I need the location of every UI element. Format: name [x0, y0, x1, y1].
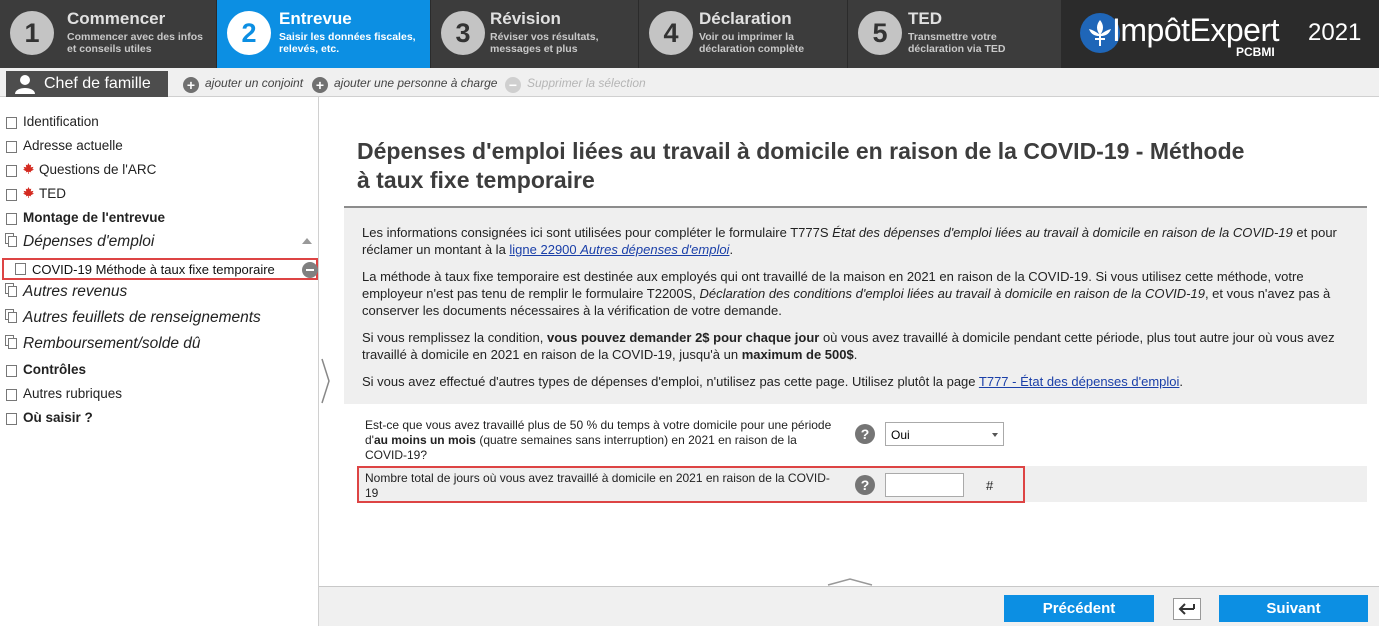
app-logo: ImpôtExpert PCBMI 2021 [1062, 0, 1379, 68]
page-title: Dépenses d'emploi liées au travail à dom… [357, 138, 1245, 193]
step-entrevue[interactable]: 2 Entrevue Saisir les données fiscales, r… [217, 0, 430, 68]
checkbox-icon [15, 263, 26, 275]
step-title: Déclaration [699, 9, 792, 28]
pages-icon [5, 309, 18, 323]
person-icon [15, 75, 35, 94]
checkbox-icon [6, 141, 17, 153]
minus-icon: − [505, 77, 521, 93]
checkbox-icon [6, 165, 17, 177]
question-worked-at-home: Est-ce que vous avez travaillé plus de 5… [357, 412, 1367, 464]
info-paragraph-2: La méthode à taux fixe temporaire est de… [362, 269, 1331, 318]
step-ted[interactable]: 5 TED Transmettre votre déclaration via T… [848, 0, 1061, 68]
steps-bar: 1 Commencer Commencer avec des infos et c… [0, 0, 1379, 68]
total-days-input[interactable] [885, 473, 964, 497]
sidebar-item-covid-flat-rate[interactable]: COVID-19 Méthode à taux fixe temporaire [2, 258, 318, 280]
family-bar: Chef de famille + ajouter un conjoint + aj… [0, 68, 1379, 97]
step-title: Commencer [67, 9, 166, 28]
brand-year: 2021 [1308, 19, 1362, 46]
expand-up-chevron-icon[interactable] [826, 577, 874, 587]
plus-icon: + [312, 77, 328, 93]
step-number: 4 [649, 11, 693, 55]
step-title: Révision [490, 9, 561, 28]
maple-leaf-icon [23, 187, 34, 198]
add-dependent-button[interactable]: + ajouter une personne à charge [312, 76, 497, 93]
step-number: 5 [858, 11, 902, 55]
step-description: Voir ou imprimer la déclaration complète [699, 31, 805, 55]
step-description: Saisir les données fiscales, relevés, etc… [279, 31, 416, 55]
back-arrow-button[interactable] [1173, 598, 1201, 620]
add-spouse-button[interactable]: + ajouter un conjoint [183, 76, 303, 93]
step-number: 3 [441, 11, 485, 55]
checkbox-icon [6, 189, 17, 201]
step-description: Transmettre votre déclaration via TED [908, 31, 1006, 55]
pages-icon [5, 233, 18, 247]
plus-icon: + [183, 77, 199, 93]
maple-leaf-icon [23, 163, 34, 174]
question-label: Est-ce que vous avez travaillé plus de 5… [365, 418, 832, 462]
checkbox-icon [6, 413, 17, 425]
person-tab-chef[interactable]: Chef de famille [6, 71, 168, 97]
help-icon[interactable]: ? [855, 424, 875, 444]
pages-icon [5, 335, 18, 349]
checkbox-icon [6, 389, 17, 401]
brand-sub: PCBMI [1236, 45, 1275, 59]
checkbox-icon [6, 365, 17, 377]
pages-icon [5, 283, 18, 297]
sidebar-toggle-chevron-icon[interactable] [320, 357, 332, 405]
info-paragraph-3: Si vous remplissez la condition, vous po… [362, 330, 1335, 362]
sidebar: Identification Adresse actuelle Question… [0, 97, 319, 626]
brand-name: ImpôtExpert [1112, 12, 1280, 48]
step-revision[interactable]: 3 Révision Réviser vos résultats, message… [431, 0, 638, 68]
step-number: 2 [227, 11, 271, 55]
step-description: Réviser vos résultats, messages et plus [490, 31, 599, 55]
step-title: Entrevue [279, 9, 352, 28]
step-title: TED [908, 9, 942, 28]
days-unit-label: # [986, 478, 994, 493]
info-panel: Les informations consignées ici sont uti… [344, 206, 1367, 404]
line-22900-link[interactable]: ligne 22900 Autres dépenses d'emploi [509, 242, 729, 257]
previous-button[interactable]: Précédent [1004, 595, 1154, 622]
chevron-down-icon [992, 433, 998, 437]
step-declaration[interactable]: 4 Déclaration Voir ou imprimer la déclara… [639, 0, 847, 68]
t777-link[interactable]: T777 - État des dépenses d'emploi [979, 374, 1180, 389]
person-tab-label: Chef de famille [44, 75, 151, 92]
step-description: Commencer avec des infos et conseils util… [67, 31, 203, 55]
info-paragraph-1: Les informations consignées ici sont uti… [362, 225, 1337, 257]
delete-selection-button[interactable]: − Supprimer la sélection [505, 76, 646, 93]
step-number: 1 [10, 11, 54, 55]
remove-minus-icon[interactable] [302, 262, 318, 278]
checkbox-icon [6, 117, 17, 129]
step-commencer[interactable]: 1 Commencer Commencer avec des infos et c… [0, 0, 216, 68]
info-paragraph-4: Si vous avez effectué d'autres types de … [362, 374, 1184, 389]
arrow-left-icon [1178, 603, 1195, 615]
worked-at-home-select[interactable]: Oui [885, 422, 1004, 446]
next-button[interactable]: Suivant [1219, 595, 1368, 622]
collapse-up-icon[interactable] [302, 238, 312, 244]
checkbox-icon [6, 213, 17, 225]
